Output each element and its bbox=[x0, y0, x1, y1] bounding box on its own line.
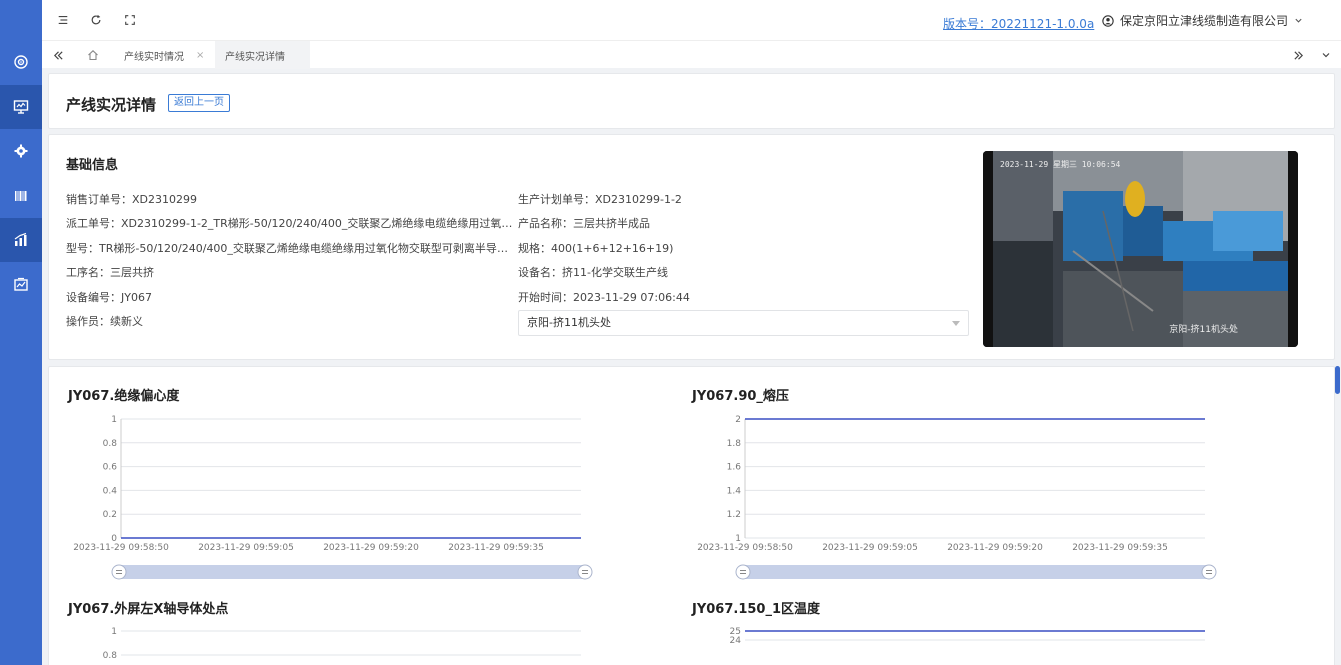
tabs-scroll-left-icon[interactable] bbox=[50, 41, 66, 69]
spec: 规格：400(1+6+12+16+19) bbox=[518, 242, 674, 255]
plan-order: 生产计划单号：XD2310299-1-2 bbox=[518, 193, 682, 206]
zoom-handle-right bbox=[577, 564, 593, 580]
fullscreen-icon[interactable] bbox=[122, 12, 138, 28]
y-tick-label: 25 bbox=[730, 627, 741, 637]
version-link[interactable]: 版本号：20221121-1.0.0a bbox=[943, 15, 1094, 32]
y-tick-label: 1.6 bbox=[727, 463, 742, 473]
y-tick-label: 0.4 bbox=[103, 486, 118, 496]
tab-label: 产线实时情况 bbox=[124, 51, 184, 63]
tabs-menu-chevron-icon[interactable] bbox=[1318, 41, 1334, 69]
chart-title: JY067.绝缘偏心度 bbox=[68, 389, 180, 404]
sidebar-item-settings[interactable] bbox=[0, 129, 42, 173]
y-tick-label: 1.8 bbox=[727, 439, 742, 449]
sidebar-item-statistics[interactable] bbox=[0, 218, 42, 262]
sidebar-item-barcode[interactable] bbox=[0, 174, 42, 218]
monitor-icon bbox=[13, 100, 29, 114]
close-icon[interactable]: × bbox=[196, 50, 204, 61]
y-tick-label: 1.2 bbox=[727, 510, 741, 520]
top-bar: 版本号：20221121-1.0.0a 保定京阳立津线缆制造有限公司 bbox=[42, 0, 1341, 40]
page-title: 产线实况详情 bbox=[66, 96, 157, 114]
tab-label: 产线实况详情 bbox=[225, 51, 285, 63]
chart-melt-pressure: 11.21.41.61.822023-11-29 09:58:50 2023-11… bbox=[697, 415, 1217, 580]
dispatch-order: 派工单号：XD2310299-1-2_TR梯形-50/120/240/400_交… bbox=[66, 217, 518, 230]
menu-toggle-icon[interactable] bbox=[55, 12, 71, 28]
sidebar bbox=[0, 0, 42, 665]
chart-title: JY067.外屏左X轴导体处点 bbox=[68, 602, 229, 617]
y-tick-label: 0.6 bbox=[103, 463, 118, 473]
zoom-handle-left bbox=[735, 564, 751, 580]
company-dropdown[interactable]: 保定京阳立津线缆制造有限公司 bbox=[1102, 12, 1303, 29]
x-tick-label: 2023-11-29 09:59:35 bbox=[1072, 543, 1168, 553]
start-time: 开始时间：2023-11-29 07:06:44 bbox=[518, 291, 690, 304]
chart-title: JY067.150_1区温度 bbox=[692, 602, 821, 617]
chart-title: JY067.90_熔压 bbox=[692, 389, 789, 404]
tabs-scroll-right-icon[interactable] bbox=[1290, 41, 1306, 69]
y-tick-label: 0.8 bbox=[103, 439, 118, 449]
sidebar-item-report[interactable] bbox=[0, 263, 42, 307]
zoom-slider-track bbox=[743, 565, 1209, 579]
y-tick-label: 1.4 bbox=[727, 486, 742, 496]
tab-line-realtime[interactable]: 产线实时情况 × bbox=[114, 41, 214, 69]
camera-select[interactable]: 京阳-挤11机头处 bbox=[518, 310, 969, 336]
back-button[interactable]: 返回上一页 bbox=[168, 94, 230, 112]
camera-select-value: 京阳-挤11机头处 bbox=[527, 316, 611, 329]
x-tick-label: 2023-11-29 09:59:35 bbox=[448, 543, 544, 553]
user-icon bbox=[1102, 14, 1114, 27]
device-code: 设备编号：JY067 bbox=[66, 291, 152, 304]
section-title: 基础信息 bbox=[66, 158, 119, 173]
x-tick-label: 2023-11-29 09:59:20 bbox=[323, 543, 419, 553]
y-tick-label: 1 bbox=[111, 627, 117, 637]
company-name: 保定京阳立津线缆制造有限公司 bbox=[1120, 14, 1289, 28]
camera-image bbox=[983, 151, 1298, 347]
model: 型号：TR梯形-50/120/240/400_交联聚乙烯绝缘电缆绝缘用过氧化物交… bbox=[66, 242, 508, 255]
gear-icon bbox=[14, 144, 28, 158]
tab-line-detail[interactable]: 产线实况详情 bbox=[215, 41, 310, 69]
y-tick-label: 24 bbox=[730, 636, 742, 646]
title-panel: 产线实况详情 返回上一页 bbox=[48, 73, 1335, 129]
tabs-bar: 产线实时情况 × 产线实况详情 bbox=[42, 40, 1341, 69]
report-icon bbox=[14, 277, 28, 291]
chart-insulation-eccentricity: 00.20.40.60.812023-11-29 09:58:50 2023-11… bbox=[73, 415, 593, 580]
device-name: 设备名：挤11-化学交联生产线 bbox=[518, 266, 668, 279]
caret-down-icon bbox=[952, 321, 960, 326]
sidebar-item-dashboard[interactable] bbox=[0, 40, 42, 84]
chart-outer-shield: 0.81 bbox=[103, 627, 581, 661]
y-tick-label: 0.2 bbox=[103, 510, 117, 520]
x-tick-label: 2023-11-29 09:59:05 bbox=[198, 543, 294, 553]
camera-timestamp: 2023-11-29 星期三 10:06:54 bbox=[1000, 160, 1121, 169]
y-tick-label: 2 bbox=[735, 415, 741, 425]
bar-chart-icon bbox=[14, 232, 27, 246]
dashboard-icon bbox=[14, 55, 28, 69]
sidebar-item-monitor[interactable] bbox=[0, 85, 42, 129]
operator: 操作员：续新义 bbox=[66, 315, 143, 328]
refresh-icon[interactable] bbox=[88, 12, 104, 28]
chart-zone1-temperature: 2425 bbox=[730, 627, 1205, 646]
zoom-handle-left bbox=[111, 564, 127, 580]
home-icon bbox=[88, 50, 98, 61]
process-name: 工序名：三层共挤 bbox=[66, 266, 154, 279]
y-tick-label: 1 bbox=[111, 415, 117, 425]
page-scrollbar[interactable] bbox=[1335, 366, 1340, 394]
home-tab[interactable] bbox=[84, 41, 102, 69]
zoom-handle-right bbox=[1201, 564, 1217, 580]
camera-feed: 2023-11-29 星期三 10:06:54 京阳-挤11机头处 bbox=[983, 151, 1298, 347]
basic-info-panel: 基础信息 销售订单号：XD2310299 生产计划单号：XD2310299-1-… bbox=[48, 134, 1335, 360]
y-tick-label: 0.8 bbox=[103, 651, 118, 661]
x-tick-label: 2023-11-29 09:58:50 bbox=[73, 543, 169, 553]
x-tick-label: 2023-11-29 09:58:50 bbox=[697, 543, 793, 553]
barcode-icon bbox=[15, 191, 27, 201]
x-tick-label: 2023-11-29 09:59:05 bbox=[822, 543, 918, 553]
camera-label: 京阳-挤11机头处 bbox=[1169, 325, 1238, 335]
x-tick-label: 2023-11-29 09:59:20 bbox=[947, 543, 1043, 553]
product-name: 产品名称：三层共挤半成品 bbox=[518, 217, 650, 230]
charts-panel: JY067.绝缘偏心度 JY067.90_熔压 JY067.外屏左X轴导体处点 … bbox=[48, 366, 1335, 665]
chevron-down-icon bbox=[1295, 18, 1302, 23]
zoom-slider-track bbox=[119, 565, 585, 579]
sales-order: 销售订单号：XD2310299 bbox=[66, 193, 197, 206]
